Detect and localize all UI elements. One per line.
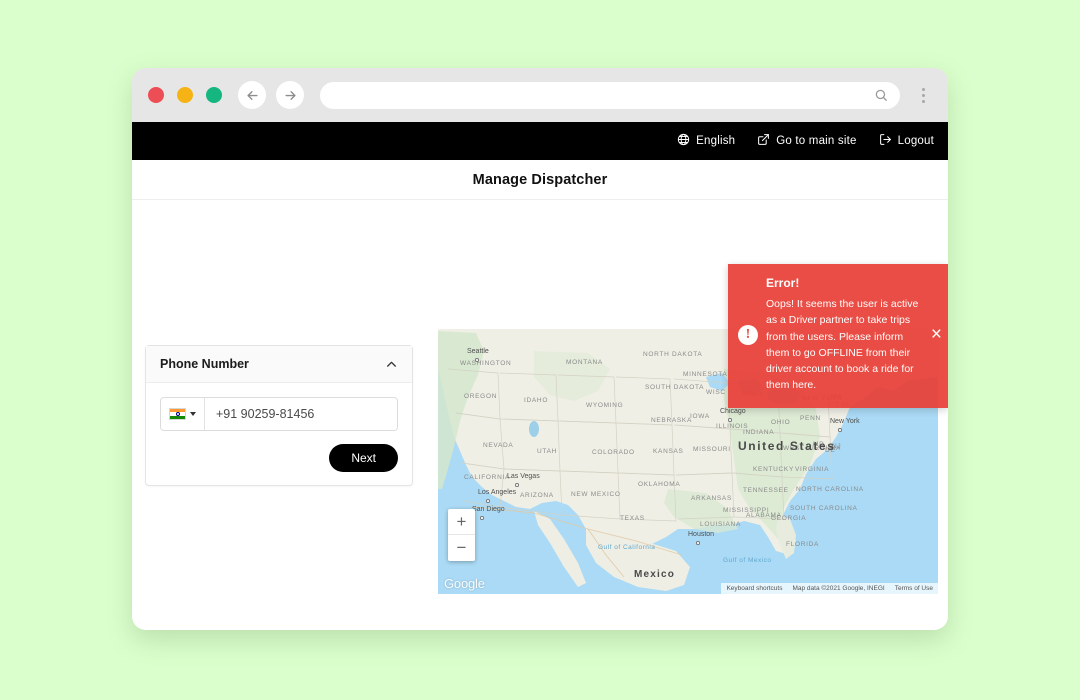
phone-card-title: Phone Number xyxy=(160,357,249,371)
phone-card-header[interactable]: Phone Number xyxy=(146,346,412,383)
forward-icon[interactable] xyxy=(276,81,304,109)
page-title: Manage Dispatcher xyxy=(472,171,608,188)
zoom-in-button[interactable]: + xyxy=(448,509,475,535)
map-zoom-controls: + − xyxy=(448,509,475,561)
map-city-dot xyxy=(475,358,479,362)
phone-number-input[interactable] xyxy=(205,398,397,430)
app-navbar: English Go to main site Logout xyxy=(132,122,948,160)
nav-language-label: English xyxy=(696,135,736,147)
map-attribution: Keyboard shortcuts Map data ©2021 Google… xyxy=(721,583,938,594)
error-toast: ! Error! Oops! It seems the user is acti… xyxy=(728,264,948,408)
window-controls xyxy=(148,87,222,103)
alert-exclamation-icon: ! xyxy=(738,324,758,345)
minimize-window-button[interactable] xyxy=(177,87,193,103)
close-window-button[interactable] xyxy=(148,87,164,103)
phone-card-body: Next xyxy=(146,383,412,485)
country-code-selector[interactable] xyxy=(161,398,205,430)
page-title-bar: Manage Dispatcher xyxy=(132,160,948,200)
map-city-dot xyxy=(515,483,519,487)
logout-icon xyxy=(879,133,892,149)
phone-card-actions: Next xyxy=(160,444,398,472)
nav-item-language[interactable]: English xyxy=(677,133,735,149)
map-city-dot xyxy=(728,418,732,422)
map-city-dot xyxy=(696,541,700,545)
keyboard-shortcuts-link[interactable]: Keyboard shortcuts xyxy=(726,585,782,592)
toast-message: Oops! It seems the user is active as a D… xyxy=(766,298,919,392)
back-icon[interactable] xyxy=(238,81,266,109)
search-icon xyxy=(874,88,888,102)
india-flag-icon xyxy=(169,408,186,420)
zoom-out-button[interactable]: − xyxy=(448,535,475,561)
nav-item-main-site[interactable]: Go to main site xyxy=(757,133,856,149)
phone-number-card: Phone Number +91 90259-81456 Next xyxy=(145,345,413,486)
map-data-credit: Map data ©2021 Google, INEGI xyxy=(792,585,885,592)
map-city-dot xyxy=(838,428,842,432)
nav-logout-label: Logout xyxy=(897,135,934,147)
browser-toolbar xyxy=(132,68,948,122)
toast-body: Error! Oops! It seems the user is active… xyxy=(766,276,921,394)
content-area: Phone Number +91 90259-81456 Next WASHIN… xyxy=(132,200,948,630)
google-logo: Google xyxy=(444,576,485,591)
map-city-dot xyxy=(486,499,490,503)
url-input[interactable] xyxy=(332,88,874,102)
chevron-up-icon[interactable] xyxy=(385,358,398,371)
browser-menu-icon[interactable] xyxy=(914,82,932,108)
browser-window: English Go to main site Logout Manage Di… xyxy=(132,68,948,630)
phone-input-group xyxy=(160,397,398,431)
nav-item-logout[interactable]: Logout xyxy=(879,133,934,149)
chevron-down-icon xyxy=(190,412,196,416)
close-icon[interactable]: × xyxy=(931,325,942,344)
maximize-window-button[interactable] xyxy=(206,87,222,103)
next-button[interactable]: Next xyxy=(329,444,398,472)
terms-of-use-link[interactable]: Terms of Use xyxy=(895,585,933,592)
globe-icon xyxy=(677,133,690,149)
url-bar[interactable] xyxy=(320,81,900,109)
toast-title: Error! xyxy=(766,276,800,290)
external-link-icon xyxy=(757,133,770,149)
nav-main-site-label: Go to main site xyxy=(776,135,857,147)
map-city-dot xyxy=(480,516,484,520)
